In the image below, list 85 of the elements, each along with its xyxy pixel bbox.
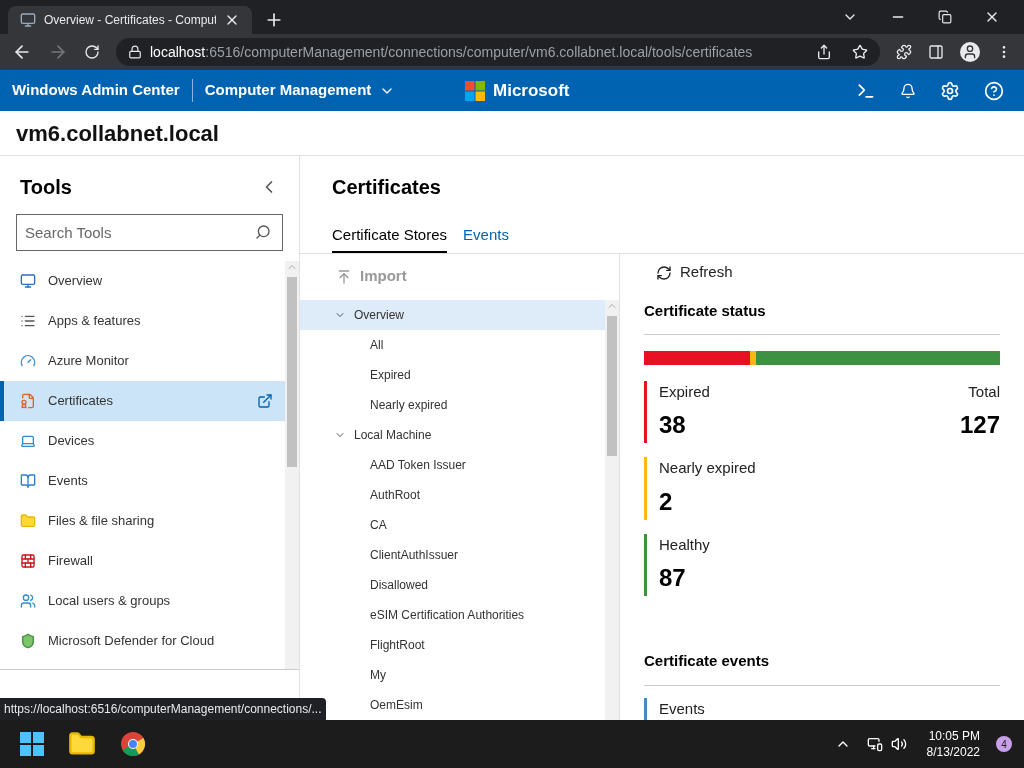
tree-item[interactable]: ClientAuthIssuer — [300, 539, 605, 570]
tool-item[interactable]: Overview — [0, 261, 285, 301]
browser-icon[interactable] — [120, 731, 146, 757]
tool-item[interactable]: Events — [0, 461, 285, 501]
lock-icon — [128, 45, 142, 59]
tab[interactable]: Events — [463, 224, 509, 253]
tools-title: Tools — [20, 175, 72, 200]
open-external-icon[interactable] — [257, 393, 273, 409]
refresh-icon — [656, 264, 672, 281]
refresh-button[interactable]: Refresh — [644, 253, 1000, 292]
tab[interactable]: Certificate Stores — [332, 224, 448, 253]
profile-icon[interactable] — [960, 42, 980, 62]
tree-item[interactable]: My — [300, 659, 605, 690]
list-icon — [20, 313, 36, 329]
scrollbar[interactable] — [285, 261, 299, 669]
tree-item[interactable]: Expired — [300, 359, 605, 390]
windows-logo-icon — [465, 80, 485, 101]
tool-item[interactable]: Local users & groups — [0, 581, 285, 621]
monitor-icon — [20, 273, 36, 289]
tree-item[interactable]: Local Machine — [300, 419, 605, 450]
network-icon[interactable] — [866, 736, 883, 752]
laptop-icon — [20, 433, 36, 449]
status-label: Nearly expired — [659, 458, 757, 478]
notification-badge[interactable]: 4 — [996, 736, 1012, 752]
scrollbar-thumb[interactable] — [287, 277, 297, 467]
shield-icon — [20, 633, 36, 649]
section-title: Certificate events — [644, 650, 1000, 686]
tree-item[interactable]: AAD Token Issuer — [300, 449, 605, 480]
status-label: Expired — [659, 381, 711, 402]
server-icon — [20, 12, 36, 28]
help-icon[interactable] — [984, 80, 1004, 101]
page-title: Certificates — [332, 175, 442, 200]
brick-wall-icon — [20, 553, 36, 569]
reload-icon[interactable] — [84, 44, 100, 60]
brand-name: Microsoft — [493, 79, 570, 102]
server-name: vm6.collabnet.local — [16, 119, 219, 148]
file-explorer-icon[interactable] — [68, 730, 96, 758]
tool-item[interactable]: Firewall — [0, 541, 285, 581]
tool-item[interactable]: Certificates — [0, 381, 285, 421]
tree-item[interactable]: Overview — [300, 299, 605, 330]
status-count: 2 — [659, 486, 674, 517]
search-field[interactable]: Search Tools — [16, 214, 283, 251]
status-count: 87 — [659, 563, 687, 593]
book-icon — [20, 473, 36, 489]
total-count: 127 — [959, 410, 1000, 440]
status-label: Healthy — [659, 534, 711, 555]
total-label: Total — [967, 381, 1000, 402]
share-icon[interactable] — [816, 44, 832, 60]
search-icon — [255, 224, 271, 240]
tool-item[interactable]: Files & file sharing — [0, 501, 285, 541]
volume-icon[interactable] — [890, 736, 907, 752]
tree-item[interactable]: AuthRoot — [300, 479, 605, 510]
tool-item[interactable]: Devices — [0, 421, 285, 461]
certificate-icon — [20, 393, 36, 409]
tool-item[interactable]: Azure Monitor — [0, 341, 285, 381]
folder-icon — [20, 513, 36, 529]
tree-item[interactable]: All — [300, 329, 605, 360]
context-dropdown[interactable]: Computer Management — [204, 79, 396, 102]
link-status-tooltip: https://localhost:6516/computerManagement/connections/... — [0, 698, 326, 720]
star-icon[interactable] — [852, 44, 868, 60]
tree-item[interactable]: eSIM Certification Authorities — [300, 599, 605, 630]
extensions-icon[interactable] — [896, 44, 912, 60]
tree-item[interactable]: Nearly expired — [300, 389, 605, 420]
tree-item[interactable]: Disallowed — [300, 569, 605, 600]
scrollbar[interactable] — [605, 299, 619, 720]
clock-date[interactable]: 8/13/2022 — [926, 744, 980, 760]
settings-icon[interactable] — [940, 80, 960, 101]
tree-item[interactable]: FlightRoot — [300, 629, 605, 660]
status-count: 38 — [659, 410, 687, 440]
scrollbar-thumb[interactable] — [607, 315, 617, 456]
side-panel-icon[interactable] — [928, 44, 944, 60]
windows-start-icon[interactable] — [20, 732, 44, 756]
clock-time[interactable]: 10:05 PM — [928, 728, 980, 744]
upload-icon — [336, 268, 352, 285]
tree-item[interactable]: CA — [300, 509, 605, 540]
bell-icon[interactable] — [900, 82, 916, 99]
address-field[interactable]: localhost:6516/computerManagement/connections/computer/vm6.collabnet.local/tools/certificates — [116, 38, 880, 66]
section-title: Certificate status — [644, 291, 1000, 336]
tool-item[interactable]: Apps & features — [0, 301, 285, 341]
users-icon — [20, 593, 36, 609]
tool-item[interactable]: Microsoft Defender for Cloud — [0, 621, 285, 661]
events-label: Events — [658, 698, 705, 719]
gauge-icon — [20, 353, 36, 369]
app-name[interactable]: Windows Admin Center — [12, 79, 193, 102]
restore-icon[interactable] — [938, 10, 952, 24]
